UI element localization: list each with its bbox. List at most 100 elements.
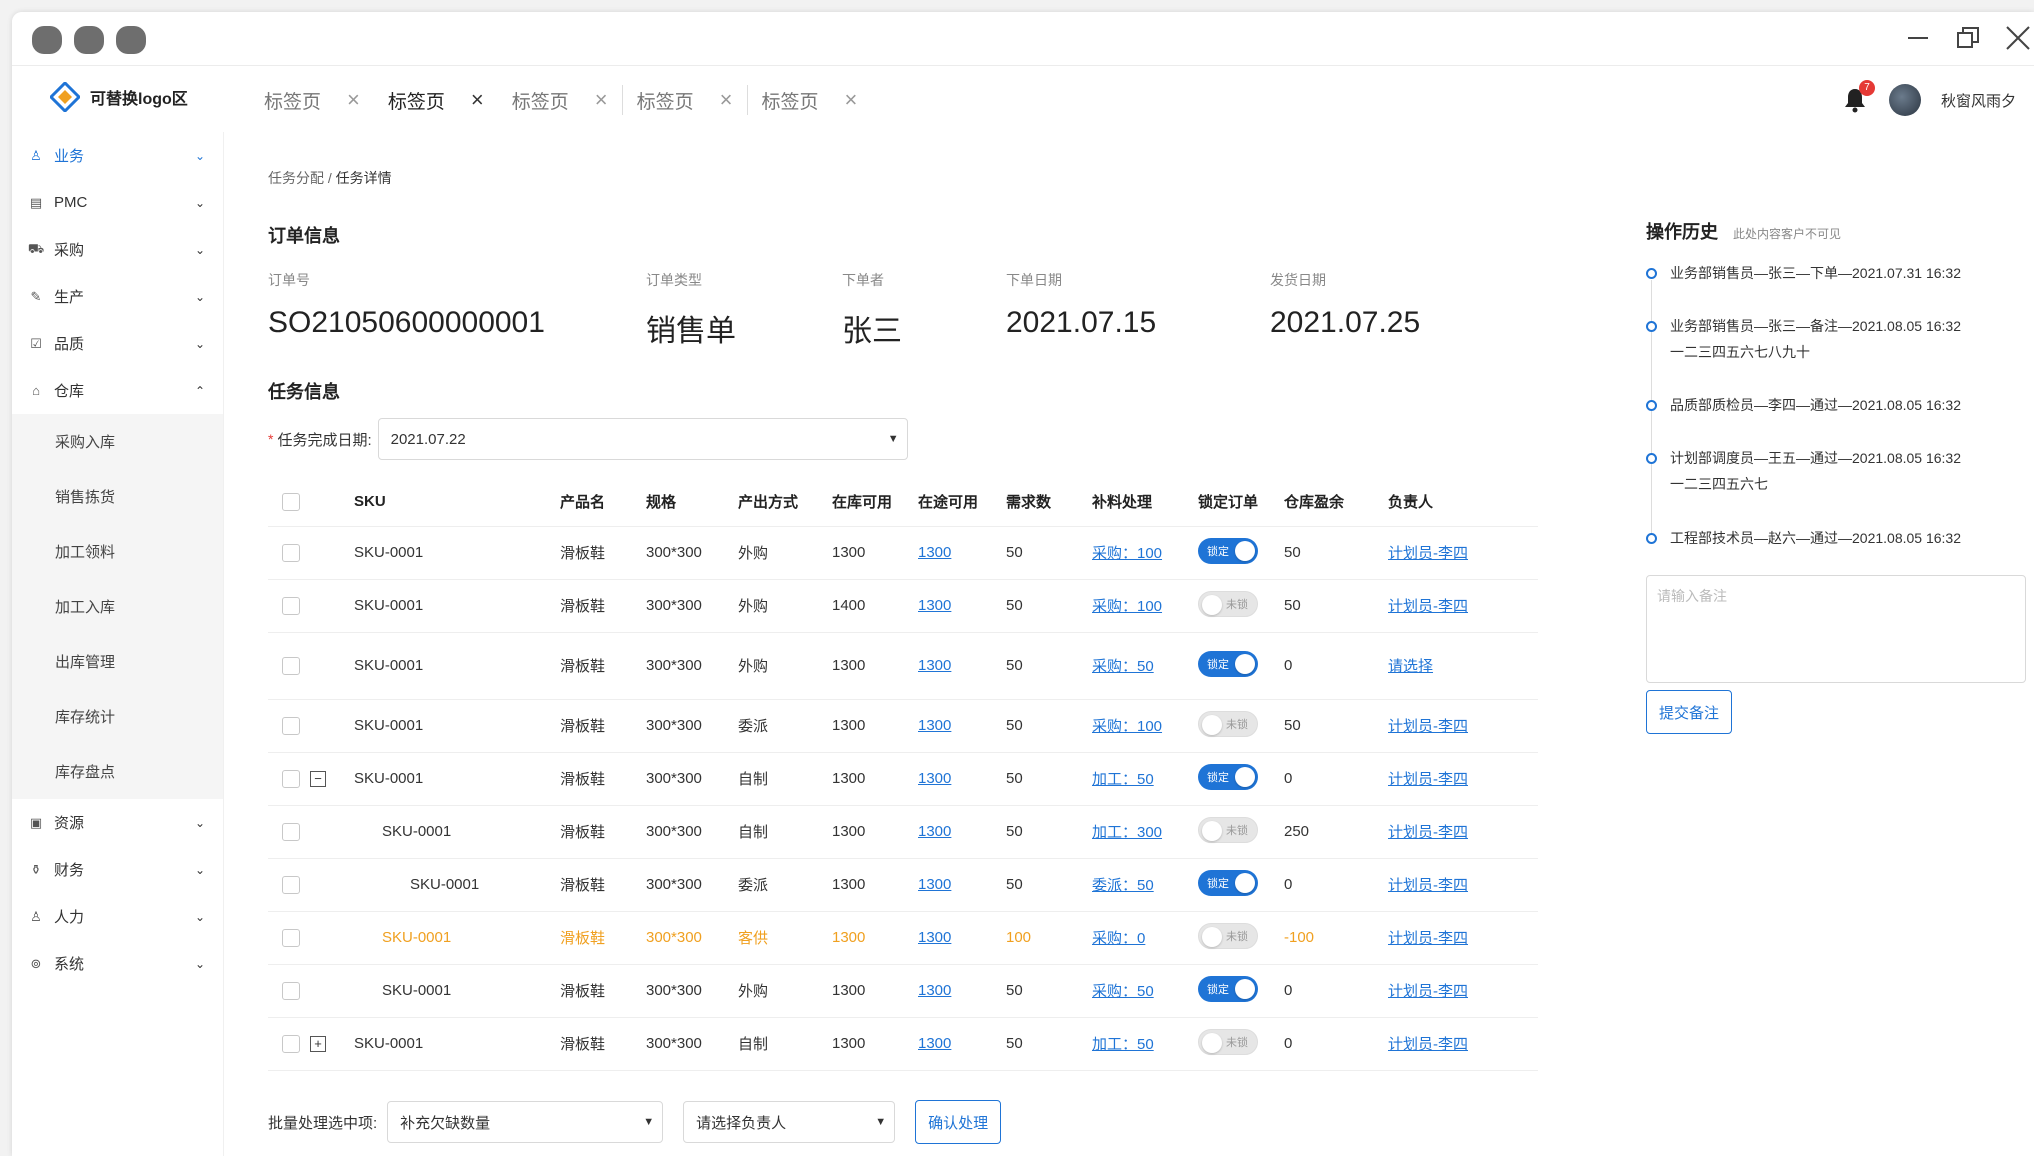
- lock-toggle[interactable]: 锁定: [1198, 650, 1258, 677]
- transit-link[interactable]: 1300: [918, 1035, 951, 1052]
- sidebar-item-production[interactable]: ✎ 生产 ⌄: [12, 273, 223, 320]
- transit-link[interactable]: 1300: [918, 929, 951, 946]
- table-row[interactable]: − SKU-0001 滑板鞋 300*300 自制 1300 1300 50 加工：50 锁定 0 计…: [268, 752, 1538, 806]
- table-row[interactable]: SKU-0001 滑板鞋 300*300 外购 1400 1300 50 采购：100 未锁 50…: [268, 579, 1538, 633]
- lock-toggle[interactable]: 锁定: [1198, 537, 1258, 564]
- tab-1[interactable]: 标签页 ×: [250, 80, 374, 120]
- table-row[interactable]: SKU-0001 滑板鞋 300*300 外购 1300 1300 50 采购：100 锁定 50…: [268, 526, 1538, 580]
- supply-link[interactable]: 采购：100: [1092, 598, 1162, 615]
- col-spec[interactable]: 规格: [646, 478, 738, 527]
- tab-2[interactable]: 标签页 ×: [374, 80, 498, 120]
- owner-link[interactable]: 计划员-李四: [1388, 598, 1468, 615]
- lock-toggle[interactable]: 未锁: [1198, 710, 1258, 737]
- col-transit[interactable]: 在途可用: [918, 478, 1006, 527]
- owner-link[interactable]: 计划员-李四: [1388, 771, 1468, 788]
- sidebar-item-finance[interactable]: ⚱ 财务 ⌄: [12, 846, 223, 893]
- submenu-item-stocktake[interactable]: 库存盘点: [12, 744, 223, 799]
- owner-link[interactable]: 计划员-李四: [1388, 1036, 1468, 1053]
- sidebar-item-system[interactable]: ⊚ 系统 ⌄: [12, 940, 223, 987]
- supply-link[interactable]: 加工：300: [1092, 824, 1162, 841]
- col-surplus[interactable]: 仓库盈余: [1284, 478, 1388, 527]
- lock-toggle[interactable]: 锁定: [1198, 869, 1258, 896]
- owner-link[interactable]: 计划员-李四: [1388, 824, 1468, 841]
- submenu-item-sales-picking[interactable]: 销售拣货: [12, 469, 223, 524]
- row-checkbox[interactable]: [282, 1034, 300, 1053]
- owner-link[interactable]: 计划员-李四: [1388, 930, 1468, 947]
- row-checkbox[interactable]: [282, 543, 300, 562]
- transit-link[interactable]: 1300: [918, 876, 951, 893]
- owner-link[interactable]: 计划员-李四: [1388, 718, 1468, 735]
- table-row[interactable]: SKU-0001 滑板鞋 300*300 外购 1300 1300 50 采购：50 锁定 0 请选…: [268, 632, 1538, 700]
- supply-link[interactable]: 委派：50: [1092, 877, 1154, 894]
- tab-4[interactable]: 标签页 ×: [623, 80, 747, 120]
- batch-owner-select[interactable]: 请选择负责人 ▼: [683, 1101, 896, 1143]
- window-dot-minimize[interactable]: [74, 26, 104, 54]
- submenu-item-outbound[interactable]: 出库管理: [12, 634, 223, 689]
- tab-5[interactable]: 标签页 ×: [748, 80, 872, 120]
- lock-toggle[interactable]: 锁定: [1198, 763, 1258, 790]
- sidebar-item-pmc[interactable]: ▤ PMC ⌄: [12, 179, 223, 226]
- submenu-item-purchase-inbound[interactable]: 采购入库: [12, 414, 223, 469]
- supply-link[interactable]: 采购：0: [1092, 930, 1145, 947]
- transit-link[interactable]: 1300: [918, 597, 951, 614]
- owner-link[interactable]: 请选择: [1388, 658, 1433, 675]
- submenu-item-processing-inbound[interactable]: 加工入库: [12, 579, 223, 634]
- lock-toggle[interactable]: 锁定: [1198, 975, 1258, 1002]
- col-owner[interactable]: 负责人: [1388, 478, 1538, 527]
- col-lock[interactable]: 锁定订单: [1198, 478, 1284, 527]
- supply-link[interactable]: 加工：50: [1092, 1036, 1154, 1053]
- table-row[interactable]: SKU-0001 滑板鞋 300*300 自制 1300 1300 50 加工：300 未锁 25…: [268, 805, 1538, 859]
- transit-link[interactable]: 1300: [918, 657, 951, 674]
- tab-close-icon[interactable]: ×: [845, 87, 858, 113]
- lock-toggle[interactable]: 未锁: [1198, 922, 1258, 949]
- col-sku[interactable]: SKU: [354, 478, 560, 527]
- col-method[interactable]: 产出方式: [738, 478, 832, 527]
- table-row[interactable]: + SKU-0001 滑板鞋 300*300 自制 1300 1300 50 加工：50 未锁 0 计…: [268, 1017, 1538, 1071]
- transit-link[interactable]: 1300: [918, 717, 951, 734]
- restore-icon[interactable]: [1952, 22, 1984, 54]
- transit-link[interactable]: 1300: [918, 982, 951, 999]
- table-row[interactable]: SKU-0001 滑板鞋 300*300 委派 1300 1300 50 委派：50 锁定 0 计划…: [268, 858, 1538, 912]
- batch-action-select[interactable]: 补充欠缺数量 ▼: [387, 1101, 664, 1143]
- sidebar-item-resources[interactable]: ▣ 资源 ⌄: [12, 799, 223, 846]
- transit-link[interactable]: 1300: [918, 770, 951, 787]
- submenu-item-material-issue[interactable]: 加工领料: [12, 524, 223, 579]
- sidebar-item-business[interactable]: ♙ 业务 ⌄: [12, 132, 223, 179]
- tab-close-icon[interactable]: ×: [471, 87, 484, 113]
- tab-close-icon[interactable]: ×: [347, 87, 360, 113]
- row-checkbox[interactable]: [282, 822, 300, 841]
- lock-toggle[interactable]: 未锁: [1198, 816, 1258, 843]
- row-checkbox[interactable]: [282, 981, 300, 1000]
- expand-toggle-icon[interactable]: −: [310, 770, 326, 787]
- tab-close-icon[interactable]: ×: [720, 87, 733, 113]
- row-checkbox[interactable]: [282, 656, 300, 675]
- breadcrumb-parent[interactable]: 任务分配: [268, 170, 324, 186]
- row-checkbox[interactable]: [282, 596, 300, 615]
- supply-link[interactable]: 采购：100: [1092, 545, 1162, 562]
- col-demand[interactable]: 需求数: [1006, 478, 1092, 527]
- sidebar-item-hr[interactable]: ♙ 人力 ⌄: [12, 893, 223, 940]
- supply-link[interactable]: 采购：50: [1092, 658, 1154, 675]
- lock-toggle[interactable]: 未锁: [1198, 1028, 1258, 1055]
- table-row[interactable]: SKU-0001 滑板鞋 300*300 外购 1300 1300 50 采购：50 锁定 0 计划…: [268, 964, 1538, 1018]
- row-checkbox[interactable]: [282, 769, 300, 788]
- close-icon[interactable]: [2002, 22, 2034, 54]
- owner-link[interactable]: 计划员-李四: [1388, 983, 1468, 1000]
- expand-toggle-icon[interactable]: +: [310, 1035, 326, 1052]
- supply-link[interactable]: 采购：50: [1092, 983, 1154, 1000]
- submit-remark-button[interactable]: 提交备注: [1646, 690, 1733, 734]
- remark-textarea[interactable]: 请输入备注: [1646, 575, 2026, 683]
- submenu-item-inventory-stats[interactable]: 库存统计: [12, 689, 223, 744]
- logo[interactable]: 可替换logo区: [50, 82, 188, 112]
- sidebar-item-warehouse[interactable]: ⌂ 仓库 ⌃: [12, 367, 223, 414]
- avatar[interactable]: [1888, 84, 1921, 116]
- transit-link[interactable]: 1300: [918, 823, 951, 840]
- row-checkbox[interactable]: [282, 875, 300, 894]
- tab-3[interactable]: 标签页 ×: [498, 80, 622, 120]
- row-checkbox[interactable]: [282, 716, 300, 735]
- window-dot-maximize[interactable]: [116, 26, 146, 54]
- owner-link[interactable]: 计划员-李四: [1388, 877, 1468, 894]
- lock-toggle[interactable]: 未锁: [1198, 590, 1258, 617]
- transit-link[interactable]: 1300: [918, 544, 951, 561]
- owner-link[interactable]: 计划员-李四: [1388, 545, 1468, 562]
